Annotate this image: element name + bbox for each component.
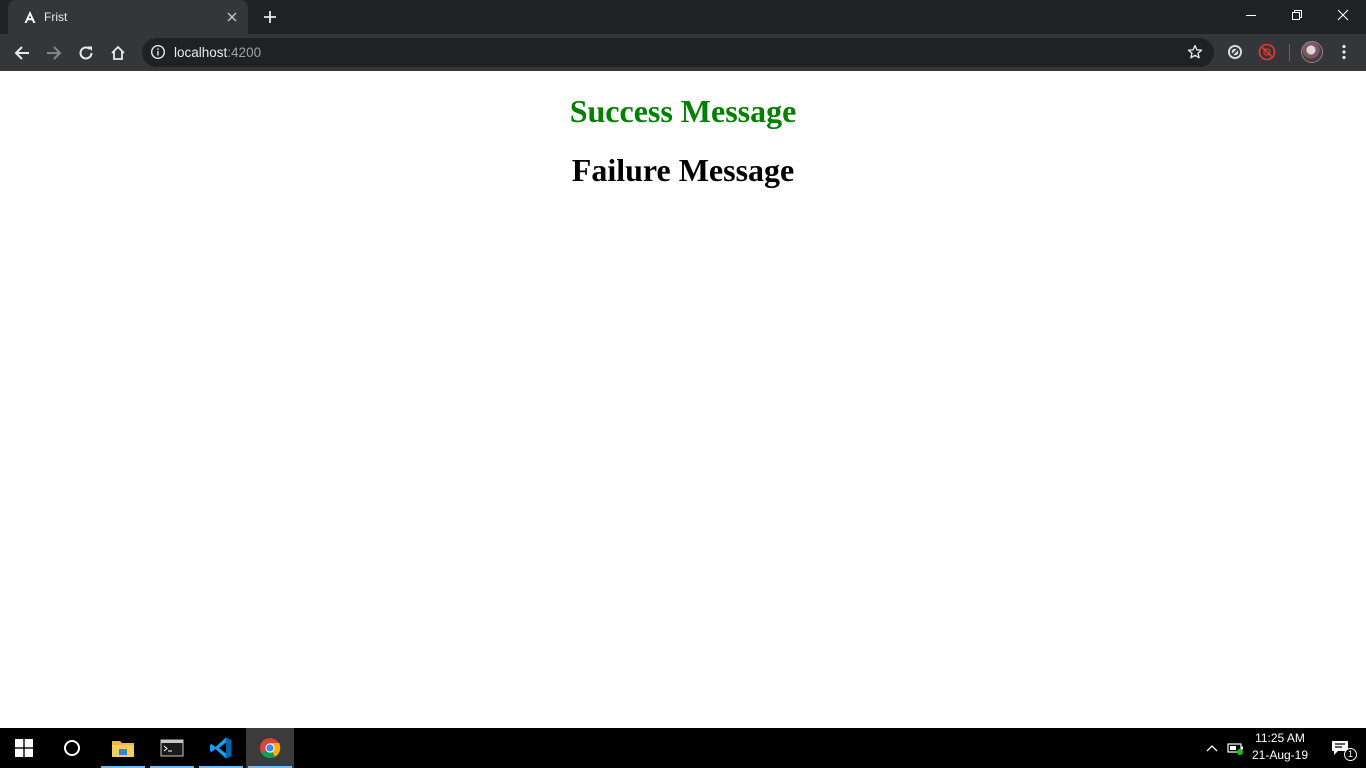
taskbar-terminal[interactable] [148,728,196,768]
failure-message: Failure Message [571,152,795,188]
taskbar-vscode[interactable] [197,728,245,768]
minimize-button[interactable] [1228,0,1274,30]
reload-button[interactable] [72,39,100,67]
bookmark-star-icon[interactable] [1187,44,1203,60]
toolbar-divider [1289,44,1290,61]
adblock-extension-icon [1258,43,1276,61]
angular-icon [22,9,38,25]
profile-avatar[interactable] [1301,41,1323,63]
taskbar-chrome[interactable] [246,728,294,768]
taskbar-file-explorer[interactable] [99,728,147,768]
info-icon[interactable] [150,44,166,60]
cortana-button[interactable] [48,728,96,768]
close-window-button[interactable] [1320,0,1366,30]
taskbar-clock[interactable]: 11:25 AM 21-Aug-19 [1244,730,1316,766]
file-explorer-icon [112,741,134,757]
browser-titlebar: Frist [0,0,1366,34]
cortana-circle-icon [64,740,80,756]
minimize-icon [1246,15,1256,16]
restore-icon [1292,10,1302,20]
back-button[interactable] [8,39,36,67]
url-port: :4200 [227,45,262,60]
back-arrow-icon [14,46,29,60]
reload-icon [79,46,93,60]
url-host: localhost [174,45,228,60]
clock-time: 11:25 AM [1255,731,1305,745]
restore-button[interactable] [1274,0,1320,30]
success-message: Success Message [569,93,797,129]
page-content: Success Message Failure Message [0,71,1366,728]
forward-button[interactable] [40,39,68,67]
windows-taskbar: 11:25 AM 21-Aug-19 1 [0,728,1366,768]
start-button[interactable] [0,728,48,768]
browser-tab[interactable]: Frist [8,0,248,34]
notification-count-badge: 1 [1344,748,1357,761]
extension-button-1[interactable] [1224,41,1246,63]
plus-icon [264,11,276,23]
address-bar[interactable]: localhost:4200 [142,38,1214,67]
clock-date: 21-Aug-19 [1251,748,1309,762]
block-extension-icon [1228,45,1242,59]
show-hidden-icons-button[interactable] [1202,728,1222,768]
extension-button-2[interactable] [1256,41,1278,63]
chrome-icon [260,738,281,759]
close-icon [1337,9,1349,21]
action-center-button[interactable]: 1 [1320,728,1360,768]
more-vert-icon [1342,44,1346,60]
home-icon [111,45,125,60]
browser-menu-button[interactable] [1334,41,1354,63]
battery-charging-icon [1227,743,1243,755]
url-text[interactable]: localhost:4200 [174,45,261,60]
browser-toolbar: localhost:4200 [0,34,1366,71]
vscode-icon [210,737,232,759]
terminal-icon [160,739,184,757]
close-tab-icon[interactable] [224,9,240,25]
chevron-up-icon [1206,745,1218,752]
tab-title: Frist [44,10,68,24]
new-tab-button[interactable] [259,6,281,28]
forward-arrow-icon [47,46,62,60]
home-button[interactable] [104,39,132,67]
windows-logo-icon [15,739,33,757]
